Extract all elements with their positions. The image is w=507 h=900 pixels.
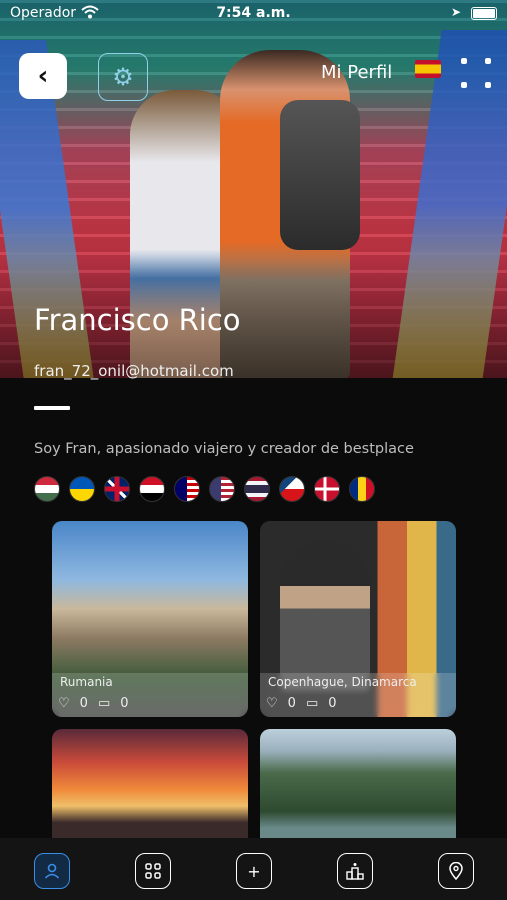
menu-dot bbox=[461, 58, 467, 64]
section-divider bbox=[34, 406, 70, 410]
place-card-copenhagen[interactable]: Copenhague, Dinamarca ♡ 0 ▭ 0 bbox=[260, 521, 456, 717]
location-arrow-icon: ➤ bbox=[451, 5, 462, 19]
podium-icon bbox=[346, 863, 364, 880]
czech-republic-flag-icon[interactable] bbox=[279, 476, 305, 502]
place-name: Rumania bbox=[60, 675, 113, 689]
add-tab[interactable]: + bbox=[236, 853, 272, 889]
place-name: Copenhague, Dinamarca bbox=[268, 675, 417, 689]
settings-button[interactable]: ⚙ bbox=[98, 53, 148, 101]
menu-dot bbox=[461, 82, 467, 88]
card-stats: ♡ 0 ▭ 0 bbox=[58, 696, 129, 711]
denmark-flag-icon[interactable] bbox=[314, 476, 340, 502]
card-stats: ♡ 0 ▭ 0 bbox=[266, 696, 337, 711]
united-kingdom-flag-icon[interactable] bbox=[104, 476, 130, 502]
grid-tab[interactable] bbox=[135, 853, 171, 889]
malaysia-flag-icon[interactable] bbox=[174, 476, 200, 502]
map-pin-icon bbox=[449, 862, 463, 880]
map-tab[interactable] bbox=[438, 853, 474, 889]
heart-icon[interactable]: ♡ bbox=[266, 696, 278, 711]
language-flag-icon[interactable] bbox=[415, 60, 441, 78]
profile-email: fran_72_onil@hotmail.com bbox=[34, 362, 234, 380]
menu-dot bbox=[485, 82, 491, 88]
status-time: 7:54 a.m. bbox=[216, 5, 291, 21]
visited-countries-flags bbox=[34, 476, 375, 502]
heart-icon[interactable]: ♡ bbox=[58, 696, 70, 711]
bottom-tab-bar: + bbox=[0, 838, 507, 900]
comment-icon[interactable]: ▭ bbox=[98, 696, 110, 711]
thailand-flag-icon[interactable] bbox=[244, 476, 270, 502]
profile-tab[interactable] bbox=[34, 853, 70, 889]
profile-bio: Soy Fran, apasionado viajero y creador d… bbox=[34, 441, 414, 457]
comments-count: 0 bbox=[328, 696, 337, 711]
ukraine-flag-icon[interactable] bbox=[69, 476, 95, 502]
back-button[interactable]: ‹ bbox=[19, 53, 67, 99]
egypt-flag-icon[interactable] bbox=[139, 476, 165, 502]
grid-icon bbox=[145, 863, 161, 879]
user-icon bbox=[44, 863, 60, 879]
comments-count: 0 bbox=[120, 696, 129, 711]
menu-button[interactable] bbox=[461, 58, 493, 90]
likes-count: 0 bbox=[79, 696, 88, 711]
page-title: Mi Perfil bbox=[321, 62, 393, 83]
place-card-sunset[interactable] bbox=[52, 729, 248, 839]
hungary-flag-icon[interactable] bbox=[34, 476, 60, 502]
comment-icon[interactable]: ▭ bbox=[306, 696, 318, 711]
plus-icon: + bbox=[247, 861, 261, 881]
status-bar: Operador 7:54 a.m. ➤ bbox=[0, 0, 507, 28]
profile-name: Francisco Rico bbox=[34, 303, 241, 337]
place-card-romania[interactable]: Rumania ♡ 0 ▭ 0 bbox=[52, 521, 248, 717]
menu-dot bbox=[485, 58, 491, 64]
gear-icon: ⚙ bbox=[112, 63, 134, 91]
usa-flag-icon[interactable] bbox=[209, 476, 235, 502]
romania-flag-icon[interactable] bbox=[349, 476, 375, 502]
chevron-left-icon: ‹ bbox=[37, 61, 49, 91]
battery-icon bbox=[471, 7, 497, 20]
place-card-island[interactable] bbox=[260, 729, 456, 839]
likes-count: 0 bbox=[287, 696, 296, 711]
ranking-tab[interactable] bbox=[337, 853, 373, 889]
